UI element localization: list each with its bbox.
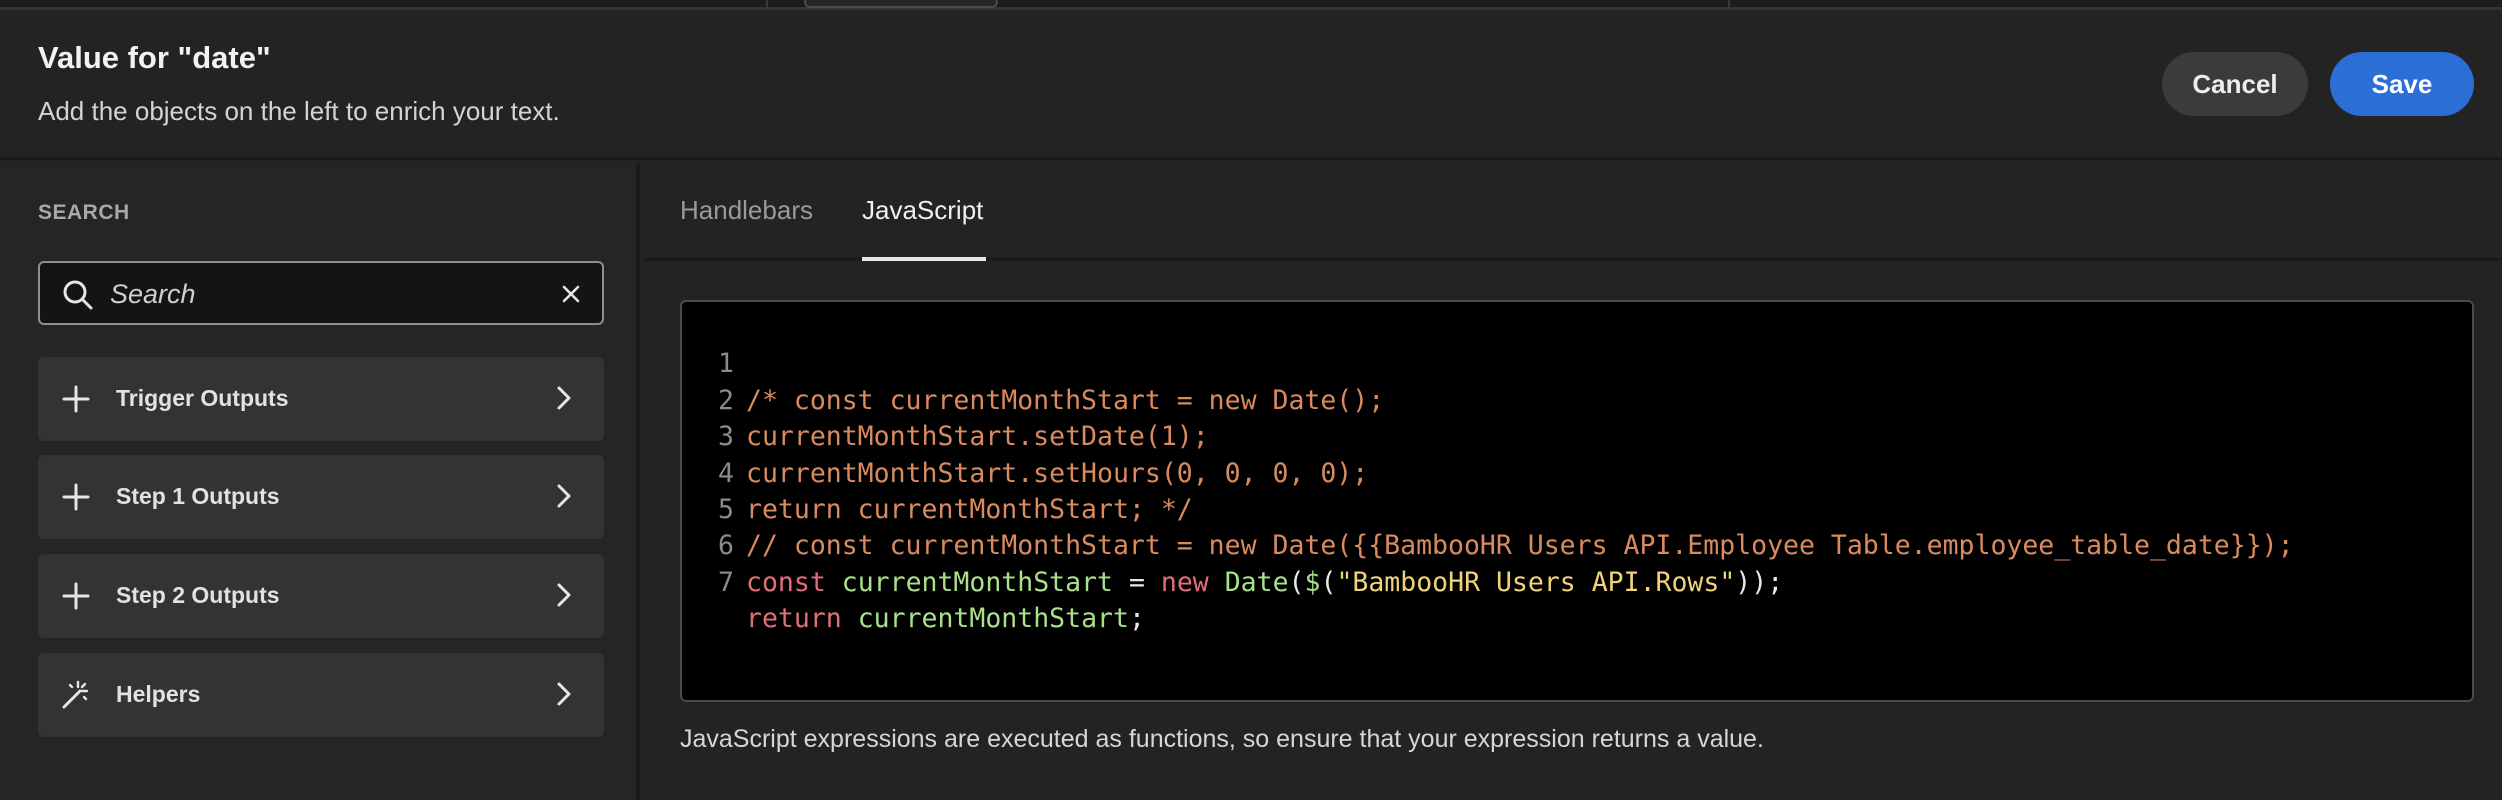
- tab-handlebars[interactable]: Handlebars: [680, 195, 813, 261]
- trigger-outputs-label: Trigger Outputs: [116, 385, 289, 411]
- top-tab-stub[interactable]: [804, 0, 998, 8]
- step-1-outputs-item[interactable]: Step 1 Outputs: [38, 455, 604, 539]
- helpers-label: Helpers: [116, 681, 201, 707]
- code-line: 5 // const currentMonthStart = new Date(…: [682, 456, 2472, 561]
- chevron-right-icon: [557, 583, 571, 607]
- search-section-label: SEARCH: [38, 201, 130, 224]
- code-string: "BambooHR Users API.Rows": [1336, 566, 1736, 598]
- plus-icon: [62, 582, 90, 610]
- code-editor[interactable]: 1 /* const currentMonthStart = new Date(…: [680, 300, 2474, 702]
- code-identifier: currentMonthStart: [857, 603, 1129, 635]
- active-tab-indicator: [862, 257, 986, 261]
- code-function: $: [1304, 566, 1321, 598]
- top-divider: [1728, 0, 1730, 10]
- save-button[interactable]: Save: [2330, 52, 2474, 116]
- sidebar: SEARCH Trigger Outputs Step 1 Outputs: [0, 163, 640, 800]
- code-punctuation: ;: [1128, 603, 1145, 635]
- code-line: 6 const currentMonthStart = new Date($("…: [682, 492, 2472, 597]
- dialog-subtitle: Add the objects on the left to enrich yo…: [38, 96, 560, 126]
- chevron-right-icon: [557, 682, 571, 706]
- code-line: 1 /* const currentMonthStart = new Date(…: [682, 310, 2472, 415]
- code-identifier: currentMonthStart: [841, 566, 1113, 598]
- trigger-outputs-item[interactable]: Trigger Outputs: [38, 357, 604, 441]
- step-2-outputs-item[interactable]: Step 2 Outputs: [38, 554, 604, 638]
- code-punctuation: (: [1320, 566, 1337, 598]
- top-divider: [766, 0, 768, 10]
- editor-hint: JavaScript expressions are executed as f…: [680, 725, 1764, 753]
- code-punctuation: (: [1288, 566, 1305, 598]
- code-line: 3 currentMonthStart.setHours(0, 0, 0, 0)…: [682, 383, 2472, 488]
- code-operator: =: [1112, 566, 1161, 598]
- plus-icon: [62, 483, 90, 511]
- chevron-right-icon: [557, 386, 571, 410]
- code-line: 4 return currentMonthStart; */: [682, 419, 2472, 525]
- plus-icon: [62, 385, 90, 413]
- main-panel: Handlebars JavaScript 1 /* const current…: [644, 163, 2502, 800]
- magic-wand-icon: [62, 680, 89, 709]
- step-2-outputs-label: Step 2 Outputs: [116, 582, 280, 608]
- top-strip: [0, 0, 2502, 10]
- helpers-item[interactable]: Helpers: [38, 653, 604, 737]
- dialog-header: Value for "date" Add the objects on the …: [0, 10, 2502, 160]
- dialog-title: Value for "date": [38, 40, 271, 75]
- code-function: Date: [1224, 566, 1289, 598]
- clear-search-icon[interactable]: [560, 283, 582, 305]
- code-line: 7 return currentMonthStart;: [682, 528, 2472, 634]
- code-line: 2 currentMonthStart.setDate(1);: [682, 346, 2472, 452]
- tab-handlebars-label: Handlebars: [680, 195, 813, 225]
- code-keyword: return: [746, 603, 842, 635]
- code-text: const currentMonthStart = new Date($("Ba…: [746, 565, 1783, 601]
- code-punctuation: ));: [1735, 566, 1784, 598]
- search-icon: [63, 280, 93, 310]
- chevron-right-icon: [557, 484, 571, 508]
- tab-javascript[interactable]: JavaScript: [862, 195, 986, 261]
- line-number: 7: [718, 566, 734, 598]
- search-input[interactable]: [110, 273, 540, 315]
- step-1-outputs-label: Step 1 Outputs: [116, 483, 280, 509]
- tab-javascript-label: JavaScript: [862, 195, 984, 225]
- code-text: return currentMonthStart;: [746, 601, 1145, 637]
- cancel-button[interactable]: Cancel: [2162, 52, 2308, 116]
- code-keyword: new: [1160, 566, 1209, 598]
- tab-bar: Handlebars JavaScript: [644, 163, 2502, 261]
- search-box[interactable]: [38, 261, 604, 325]
